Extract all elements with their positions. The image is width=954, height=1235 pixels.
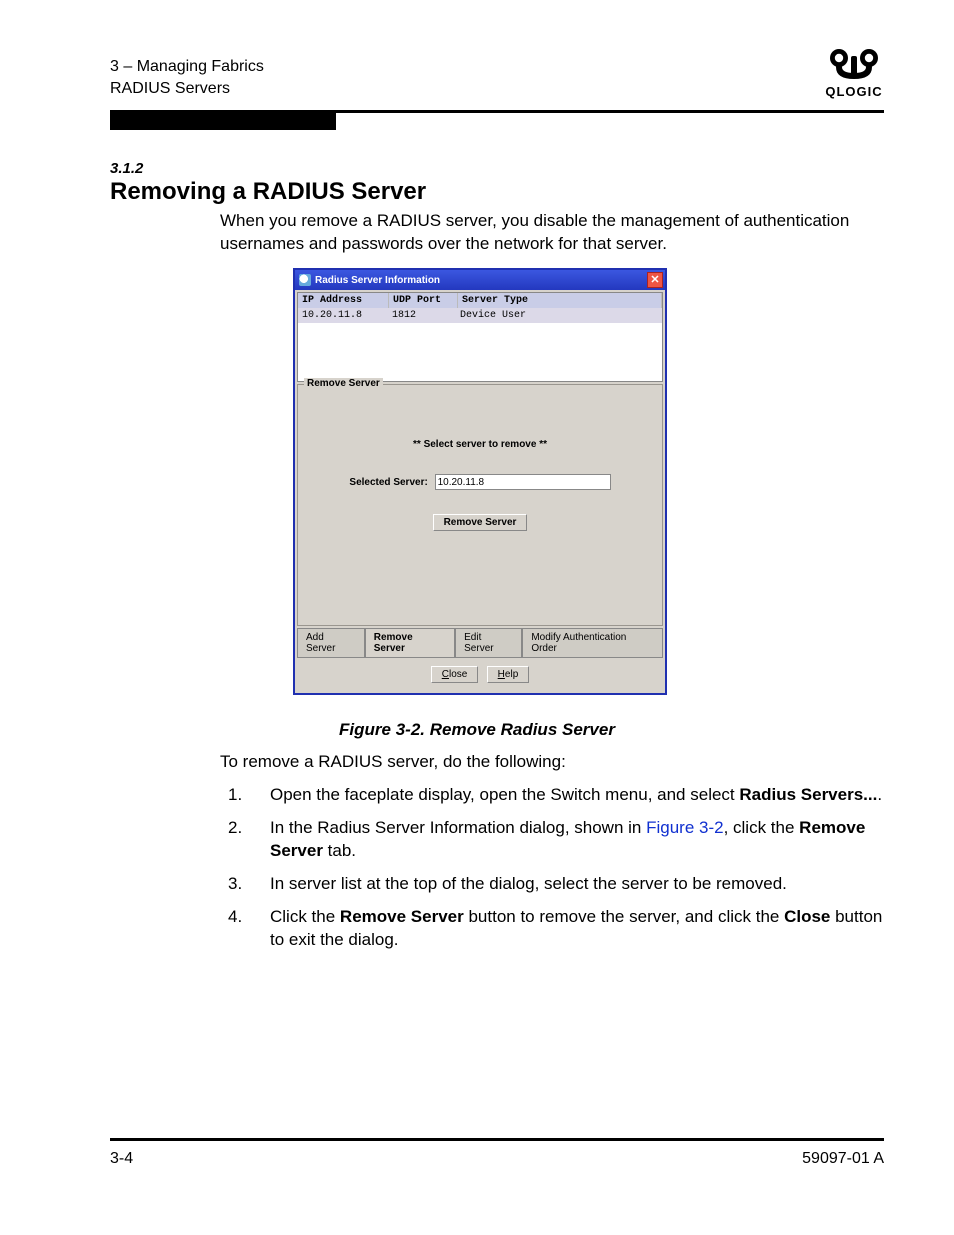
section-line: RADIUS Servers xyxy=(110,78,264,100)
figure-link[interactable]: Figure 3-2 xyxy=(646,818,723,837)
brand-logo: QLOGIC xyxy=(824,46,884,99)
step-body: Open the faceplate display, open the Swi… xyxy=(270,784,884,807)
list-item: 3. In server list at the top of the dial… xyxy=(228,873,884,896)
figure-caption: Figure 3-2. Remove Radius Server xyxy=(0,720,954,740)
remove-server-panel: Remove Server ** Select server to remove… xyxy=(297,384,663,626)
page-number: 3-4 xyxy=(110,1150,133,1168)
chapter-line: 3 – Managing Fabrics xyxy=(110,56,264,78)
selected-server-label: Selected Server: xyxy=(349,477,427,488)
step-number: 1. xyxy=(228,784,270,807)
list-item: 4. Click the Remove Server button to rem… xyxy=(228,906,884,952)
close-icon[interactable]: ✕ xyxy=(647,272,663,288)
brand-name: QLOGIC xyxy=(824,84,884,99)
bottom-rule xyxy=(110,1138,884,1141)
header-text: 3 – Managing Fabrics RADIUS Servers xyxy=(110,56,264,99)
steps-list: 1. Open the faceplate display, open the … xyxy=(228,774,884,952)
panel-legend: Remove Server xyxy=(304,378,383,389)
server-table[interactable]: IP Address UDP Port Server Type 10.20.11… xyxy=(297,292,663,382)
list-item: 1. Open the faceplate display, open the … xyxy=(228,784,884,807)
cell-port: 1812 xyxy=(388,308,456,323)
cell-ip: 10.20.11.8 xyxy=(298,308,388,323)
col-ip: IP Address xyxy=(298,293,389,308)
dialog-title: Radius Server Information xyxy=(315,275,440,286)
remove-server-button[interactable]: Remove Server xyxy=(433,514,528,531)
tab-add-server[interactable]: Add Server xyxy=(297,629,365,658)
list-item: 2. In the Radius Server Information dial… xyxy=(228,817,884,863)
tab-modify-auth-order[interactable]: Modify Authentication Order xyxy=(522,629,663,658)
step-body: Click the Remove Server button to remove… xyxy=(270,906,884,952)
tab-edit-server[interactable]: Edit Server xyxy=(455,629,522,658)
prompt-text: ** Select server to remove ** xyxy=(306,439,654,450)
dialog-titlebar[interactable]: Radius Server Information ✕ xyxy=(295,270,665,290)
instructions-lead: To remove a RADIUS server, do the follow… xyxy=(220,752,566,772)
step-number: 4. xyxy=(228,906,270,952)
java-icon xyxy=(299,274,311,286)
cell-type: Device User xyxy=(456,308,662,323)
selected-server-input[interactable] xyxy=(435,474,611,490)
close-button[interactable]: Close xyxy=(431,666,479,683)
radius-info-dialog: Radius Server Information ✕ IP Address U… xyxy=(293,268,667,695)
dialog-tabs: Add Server Remove Server Edit Server Mod… xyxy=(297,628,663,658)
section-number: 3.1.2 xyxy=(110,160,143,177)
qlogic-icon xyxy=(824,46,884,82)
col-port: UDP Port xyxy=(389,293,458,308)
table-row[interactable]: 10.20.11.8 1812 Device User xyxy=(298,308,662,323)
doc-number: 59097-01 A xyxy=(802,1150,884,1168)
step-number: 3. xyxy=(228,873,270,896)
step-body: In server list at the top of the dialog,… xyxy=(270,873,884,896)
step-number: 2. xyxy=(228,817,270,863)
tab-remove-server[interactable]: Remove Server xyxy=(365,629,455,658)
table-header: IP Address UDP Port Server Type xyxy=(298,293,662,308)
help-button[interactable]: Help xyxy=(487,666,530,683)
intro-paragraph: When you remove a RADIUS server, you dis… xyxy=(220,210,884,256)
step-body: In the Radius Server Information dialog,… xyxy=(270,817,884,863)
col-type: Server Type xyxy=(458,293,662,308)
section-title: Removing a RADIUS Server xyxy=(110,178,426,206)
black-tab-bar xyxy=(110,113,336,130)
